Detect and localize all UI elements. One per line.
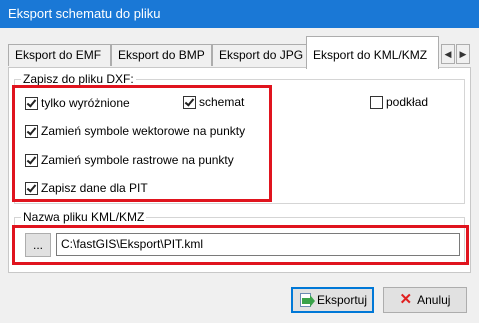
highlight-frame-options — [12, 85, 272, 202]
background-checkbox[interactable]: podkład — [370, 95, 428, 109]
tab-panel-kml-kmz: Zapisz do pliku DXF: tylko wyróżnione sc… — [8, 67, 471, 273]
export-icon — [298, 292, 315, 308]
tab-kml-kmz-label: Eksport do KML/KMZ — [313, 48, 428, 62]
window-title: Eksport schematu do pliku — [8, 6, 161, 21]
title-bar[interactable]: Eksport schematu do pliku — [0, 0, 479, 28]
export-button[interactable]: Eksportuj — [291, 287, 374, 313]
background-label: podkład — [386, 95, 429, 109]
export-button-label: Eksportuj — [316, 293, 368, 307]
close-icon: ✕ — [399, 291, 413, 308]
file-group-legend: Nazwa pliku KML/KMZ — [21, 210, 147, 224]
tab-jpg[interactable]: Eksport do JPG — [212, 44, 308, 66]
highlight-frame-path — [12, 225, 469, 265]
tab-scroll-left-icon[interactable]: ◀ — [441, 44, 455, 64]
tab-jpg-label: Eksport do JPG — [219, 48, 304, 62]
dxf-group-legend: Zapisz do pliku DXF: — [21, 72, 136, 86]
tab-emf-label: Eksport do EMF — [15, 48, 102, 62]
tab-bmp-label: Eksport do BMP — [118, 48, 205, 62]
tab-emf[interactable]: Eksport do EMF — [8, 44, 111, 66]
cancel-button-label: Anuluj — [417, 293, 451, 307]
checkbox-unchecked-icon — [370, 95, 383, 109]
export-dialog: Eksport schematu do pliku Eksport do EMF… — [0, 0, 479, 323]
tab-kml-kmz[interactable]: Eksport do KML/KMZ — [306, 36, 439, 69]
tab-scroll-right-icon[interactable]: ▶ — [456, 44, 470, 64]
tab-strip: Eksport do EMF Eksport do BMP Eksport do… — [0, 28, 479, 69]
cancel-button[interactable]: ✕ Anuluj — [383, 287, 467, 313]
tab-bmp[interactable]: Eksport do BMP — [111, 44, 212, 66]
